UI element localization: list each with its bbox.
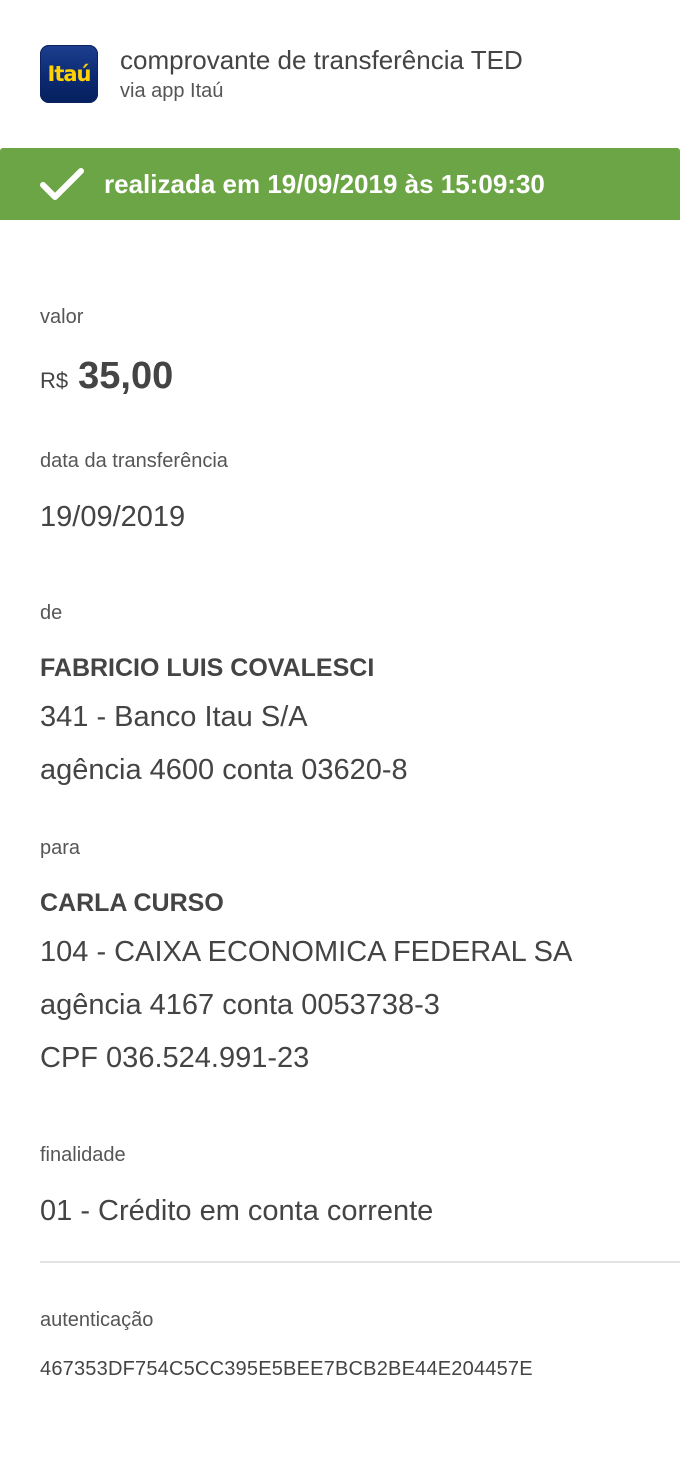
amount-row: R$ 35,00 <box>40 355 660 398</box>
recipient-account: agência 4167 conta 0053738-3 <box>40 989 440 1021</box>
header-text: comprovante de transferência TED via app… <box>120 44 523 104</box>
date-value: 19/09/2019 <box>40 501 186 533</box>
amount-value: 35,00 <box>78 355 174 397</box>
logo-text: Itaú <box>47 62 92 86</box>
status-text: realizada em 19/09/2019 às 15:09:30 <box>104 168 545 199</box>
status-banner: realizada em 19/09/2019 às 15:09:30 <box>0 148 680 220</box>
recipient-label: para <box>40 837 81 859</box>
recipient-bank: 104 - CAIXA ECONOMICA FEDERAL SA <box>40 936 573 968</box>
purpose-value: 01 - Crédito em conta corrente <box>40 1195 434 1227</box>
sender-account: agência 4600 conta 03620-8 <box>40 754 408 786</box>
recipient-name: CARLA CURSO <box>40 889 224 917</box>
sender-name: FABRICIO LUIS COVALESCI <box>40 654 375 682</box>
check-icon <box>40 166 84 202</box>
sender-bank: 341 - Banco Itau S/A <box>40 701 308 733</box>
date-label: data da transferência <box>40 450 228 472</box>
authentication-section: autenticação 467353DF754C5CC395E5BEE7BCB… <box>40 1308 660 1381</box>
page-title: comprovante de transferência TED <box>120 45 523 75</box>
sender-label: de <box>40 602 63 624</box>
authentication-code: 467353DF754C5CC395E5BEE7BCB2BE44E204457E <box>40 1358 533 1380</box>
receipt-header: Itaú comprovante de transferência TED vi… <box>40 44 523 104</box>
recipient-section: para CARLA CURSO 104 - CAIXA ECONOMICA F… <box>40 836 660 1076</box>
sender-section: de FABRICIO LUIS COVALESCI 341 - Banco I… <box>40 601 660 788</box>
recipient-cpf: CPF 036.524.991-23 <box>40 1042 310 1074</box>
purpose-label: finalidade <box>40 1144 126 1166</box>
currency-symbol: R$ <box>40 368 69 393</box>
valor-label: valor <box>40 306 84 328</box>
itau-logo: Itaú <box>40 45 98 103</box>
purpose-section: finalidade 01 - Crédito em conta corrent… <box>40 1143 660 1229</box>
valor-section: valor R$ 35,00 <box>40 305 660 398</box>
divider <box>40 1261 680 1263</box>
page-subtitle: via app Itaú <box>120 80 224 102</box>
date-section: data da transferência 19/09/2019 <box>40 449 660 535</box>
authentication-label: autenticação <box>40 1309 154 1331</box>
